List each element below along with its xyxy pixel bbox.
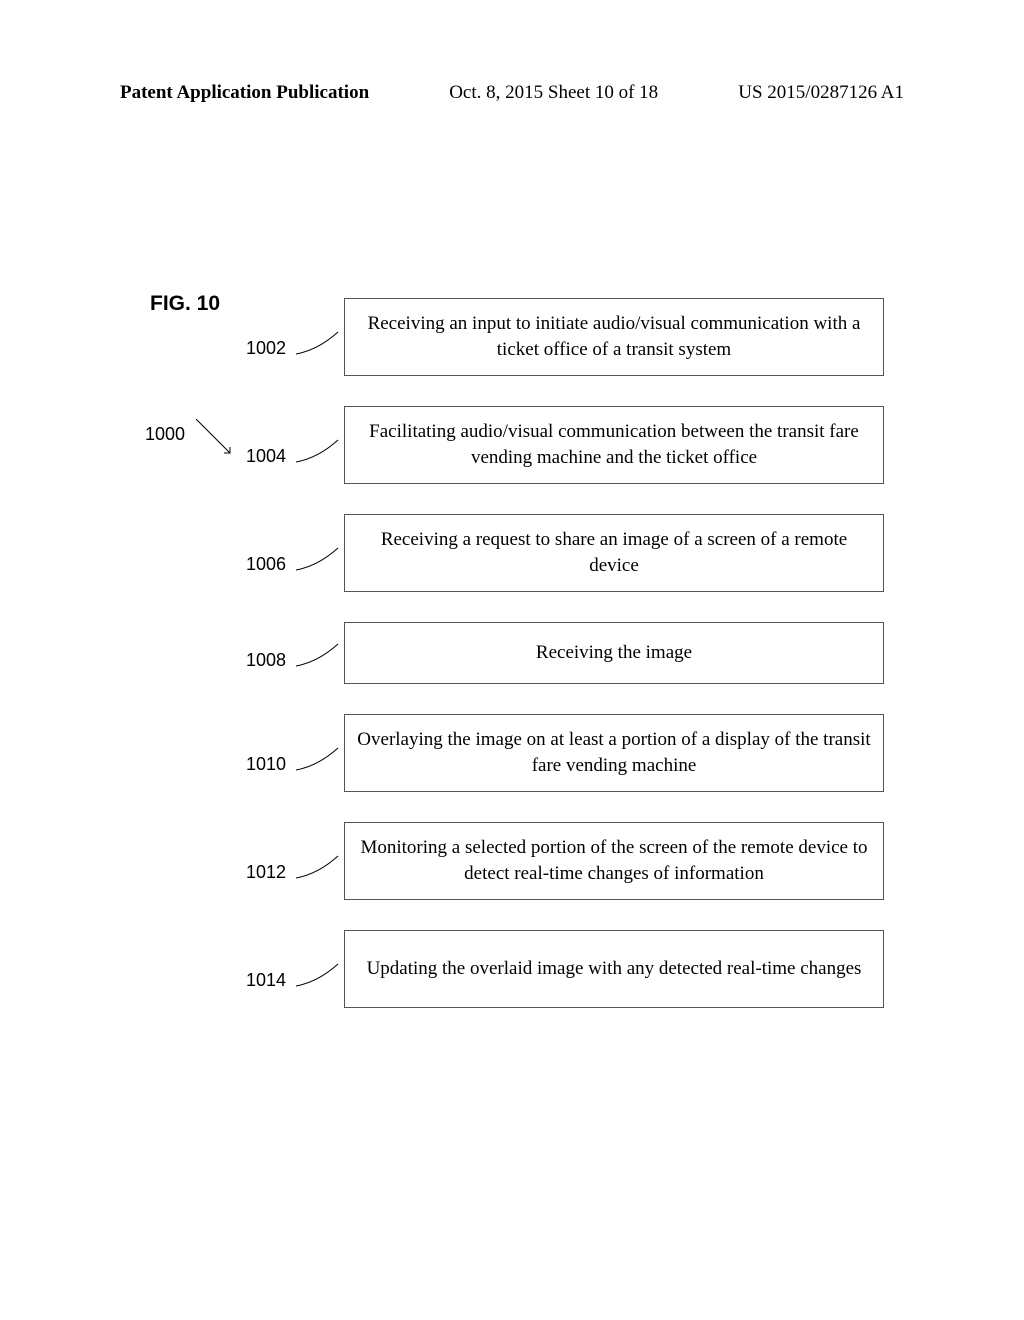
leader-line-icon bbox=[296, 436, 340, 466]
step-box: Monitoring a selected portion of the scr… bbox=[344, 822, 884, 900]
step-reference-number: 1006 bbox=[246, 554, 286, 575]
flowchart-step: 1002 Receiving an input to initiate audi… bbox=[344, 298, 884, 376]
leader-line-icon bbox=[296, 640, 340, 670]
step-text: Overlaying the image on at least a porti… bbox=[357, 727, 871, 778]
flowchart: 1002 Receiving an input to initiate audi… bbox=[344, 298, 884, 1038]
step-text: Monitoring a selected portion of the scr… bbox=[357, 835, 871, 886]
step-text: Receiving an input to initiate audio/vis… bbox=[357, 311, 871, 362]
flowchart-step: 1014 Updating the overlaid image with an… bbox=[344, 930, 884, 1008]
leader-line-icon bbox=[296, 544, 340, 574]
leader-line-icon bbox=[296, 328, 340, 358]
step-text: Facilitating audio/visual communication … bbox=[357, 419, 871, 470]
header-right: US 2015/0287126 A1 bbox=[738, 82, 904, 104]
flowchart-step: 1008 Receiving the image bbox=[344, 622, 884, 684]
step-reference-number: 1004 bbox=[246, 446, 286, 467]
leader-line-icon bbox=[296, 852, 340, 882]
step-reference-number: 1010 bbox=[246, 754, 286, 775]
step-reference-number: 1014 bbox=[246, 970, 286, 991]
step-text: Updating the overlaid image with any det… bbox=[367, 956, 862, 982]
flowchart-step: 1010 Overlaying the image on at least a … bbox=[344, 714, 884, 792]
header-center: Oct. 8, 2015 Sheet 10 of 18 bbox=[449, 82, 658, 104]
step-text: Receiving a request to share an image of… bbox=[357, 527, 871, 578]
flowchart-step: 1004 Facilitating audio/visual communica… bbox=[344, 406, 884, 484]
overall-reference-number: 1000 bbox=[145, 424, 185, 445]
step-reference-number: 1002 bbox=[246, 338, 286, 359]
step-box: Updating the overlaid image with any det… bbox=[344, 930, 884, 1008]
step-reference-number: 1012 bbox=[246, 862, 286, 883]
leader-line-icon bbox=[196, 419, 238, 461]
leader-line-icon bbox=[296, 960, 340, 990]
step-reference-number: 1008 bbox=[246, 650, 286, 671]
page-header: Patent Application Publication Oct. 8, 2… bbox=[0, 82, 1024, 104]
flowchart-step: 1006 Receiving a request to share an ima… bbox=[344, 514, 884, 592]
step-box: Receiving an input to initiate audio/vis… bbox=[344, 298, 884, 376]
leader-line-icon bbox=[296, 744, 340, 774]
step-box: Overlaying the image on at least a porti… bbox=[344, 714, 884, 792]
header-left: Patent Application Publication bbox=[120, 82, 369, 104]
figure-label: FIG. 10 bbox=[150, 292, 220, 316]
step-box: Receiving a request to share an image of… bbox=[344, 514, 884, 592]
flowchart-step: 1012 Monitoring a selected portion of th… bbox=[344, 822, 884, 900]
step-box: Facilitating audio/visual communication … bbox=[344, 406, 884, 484]
step-box: Receiving the image bbox=[344, 622, 884, 684]
step-text: Receiving the image bbox=[536, 640, 692, 666]
